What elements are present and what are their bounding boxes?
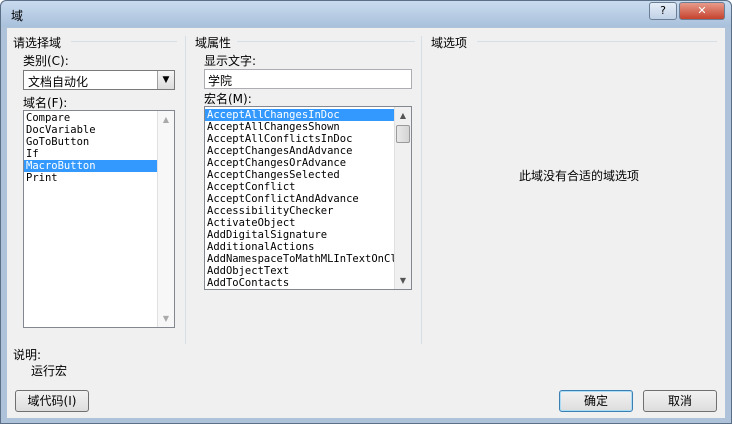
divider [71, 41, 177, 42]
display-text-input[interactable]: 学院 [204, 69, 412, 89]
chevron-down-icon[interactable]: ▼ [157, 71, 174, 89]
help-button[interactable]: ? [649, 2, 677, 20]
field-list-scrollbar[interactable]: ▲ ▼ [157, 111, 174, 327]
list-item[interactable]: AdditionalActions [205, 241, 395, 253]
close-button[interactable]: ✕ [679, 2, 725, 20]
macro-name-list[interactable]: AcceptAllChangesInDoc AcceptAllChangesSho… [204, 106, 412, 290]
list-item[interactable]: AcceptAllChangesInDoc [205, 109, 395, 121]
list-item[interactable]: AddObjectText [205, 265, 395, 277]
list-item[interactable]: DocVariable [24, 124, 174, 136]
scroll-down-icon[interactable]: ▼ [158, 310, 174, 327]
dialog-body: 请选择域 类别(C): 文档自动化 ▼ 域名(F): Compare DocVar… [7, 28, 725, 418]
scrollbar-thumb[interactable] [396, 125, 410, 143]
category-value: 文档自动化 [28, 75, 89, 89]
field-codes-button[interactable]: 域代码(I) [15, 390, 89, 412]
list-item[interactable]: AcceptConflictAndAdvance [205, 193, 395, 205]
field-name-label: 域名(F): [23, 96, 68, 110]
list-item[interactable]: AccessibilityChecker [205, 205, 395, 217]
divider [185, 36, 186, 344]
macro-list-scrollbar[interactable]: ▲ ▼ [394, 107, 411, 289]
dialog-title: 域 [11, 9, 24, 23]
divider [421, 36, 422, 344]
field-name-list[interactable]: Compare DocVariable GoToButton If MacroButto… [23, 110, 175, 328]
list-item[interactable]: AcceptConflict [205, 181, 395, 193]
category-label: 类别(C): [23, 54, 69, 68]
list-item[interactable]: AddNamespaceToMathMLInTextOnCli [205, 253, 395, 265]
list-item[interactable]: AcceptChangesOrAdvance [205, 157, 395, 169]
list-item[interactable]: Compare [24, 112, 174, 124]
list-item[interactable]: AcceptAllChangesShown [205, 121, 395, 133]
ok-button[interactable]: 确定 [559, 390, 633, 412]
title-bar[interactable]: 域 ? ✕ [1, 1, 731, 27]
list-item[interactable]: If [24, 148, 174, 160]
field-properties-group-title: 域属性 [195, 36, 232, 50]
choose-field-group-title: 请选择域 [13, 36, 62, 50]
scroll-up-icon[interactable]: ▲ [395, 107, 411, 124]
list-item[interactable]: MacroButton [24, 160, 174, 172]
list-item[interactable]: GoToButton [24, 136, 174, 148]
divider [477, 41, 717, 42]
field-dialog: 域 ? ✕ 请选择域 类别(C): 文档自动化 ▼ 域名(F): Compare… [0, 0, 732, 424]
list-item[interactable]: AddToContacts [205, 277, 395, 289]
field-options-group-title: 域选项 [431, 36, 468, 50]
list-item[interactable]: AcceptChangesAndAdvance [205, 145, 395, 157]
list-item[interactable]: AcceptChangesSelected [205, 169, 395, 181]
list-item[interactable]: ActivateObject [205, 217, 395, 229]
cancel-button[interactable]: 取消 [643, 390, 717, 412]
scroll-up-icon[interactable]: ▲ [158, 111, 174, 128]
description-text: 运行宏 [31, 364, 68, 378]
list-item[interactable]: Print [24, 172, 174, 184]
list-item[interactable]: AddDigitalSignature [205, 229, 395, 241]
divider [237, 41, 415, 42]
no-options-message: 此域没有合适的域选项 [519, 169, 640, 183]
description-label: 说明: [13, 348, 42, 362]
category-combo[interactable]: 文档自动化 ▼ [23, 70, 175, 90]
list-item[interactable]: AcceptAllConflictsInDoc [205, 133, 395, 145]
display-text-label: 显示文字: [204, 54, 257, 68]
macro-name-label: 宏名(M): [204, 92, 252, 106]
scroll-down-icon[interactable]: ▼ [395, 272, 411, 289]
